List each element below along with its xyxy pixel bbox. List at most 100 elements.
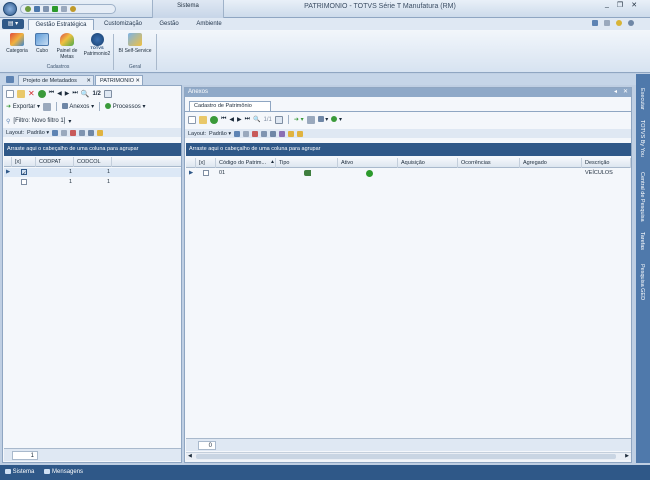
layout-delete-icon[interactable] [70, 129, 77, 136]
group-by-band[interactable]: Arraste aqui o cabeçalho de uma coluna p… [4, 143, 181, 156]
column-descricao[interactable]: Descrição [582, 158, 631, 168]
horizontal-scrollbar[interactable]: ◀ ▶ [186, 452, 631, 460]
tab-customizacao[interactable]: Customização [98, 19, 148, 30]
first-page-icon[interactable]: ⏮ [49, 90, 54, 97]
filter-toggle-icon[interactable] [97, 129, 104, 136]
next-page-icon[interactable]: ▶ [65, 90, 70, 97]
first-page-icon[interactable]: ⏮ [221, 116, 226, 123]
options-icon[interactable] [604, 20, 610, 26]
home-icon[interactable] [6, 76, 14, 83]
exportar-button[interactable]: ➜ Exportar ▾ [6, 103, 40, 110]
close-icon[interactable]: ✕ [623, 88, 628, 97]
status-mensagens[interactable]: Mensagens [44, 469, 83, 476]
layout-select[interactable]: Padrão ▾ [209, 131, 231, 137]
column-codpat[interactable]: CODPAT [36, 157, 74, 167]
app-menu-button[interactable]: ▤ ▾ [2, 19, 24, 29]
layout-save-icon[interactable] [234, 130, 241, 137]
column-chooser-icon[interactable] [79, 129, 86, 136]
prev-page-icon[interactable]: ◀ [57, 90, 62, 97]
last-page-icon[interactable]: ⏭ [72, 90, 77, 97]
sort-icon[interactable] [88, 129, 95, 136]
refresh-icon[interactable] [210, 115, 218, 124]
scroll-right-icon[interactable]: ▶ [625, 453, 629, 459]
last-page-icon[interactable]: ⏭ [245, 116, 250, 123]
row-checkbox[interactable] [21, 178, 27, 187]
anexos-button[interactable]: Anexos ▾ [62, 103, 94, 110]
row-checkbox[interactable]: ✓ [21, 168, 27, 177]
tab-ambiente[interactable]: Ambiente [188, 19, 230, 30]
layout-save-icon[interactable] [52, 129, 59, 136]
column-agregado[interactable]: Agregado [520, 158, 582, 168]
chevron-down-icon[interactable]: ▾ [68, 118, 71, 125]
grid-view-icon[interactable] [103, 89, 112, 98]
column-ativo[interactable]: Ativo [338, 158, 398, 168]
group-by-band[interactable]: Arraste aqui o cabeçalho de uma coluna p… [186, 143, 631, 156]
highlight-icon[interactable] [297, 130, 304, 137]
table-row[interactable]: ▶ 01 VEÍCULOS [186, 169, 631, 178]
table-row[interactable]: ▶ ✓ 1 1 [4, 168, 181, 177]
chart-icon[interactable] [279, 130, 286, 137]
patrimonio2-button[interactable]: TOTVS Patrimonio2 [82, 33, 112, 57]
layout-icon[interactable] [592, 20, 598, 26]
painel-de-metas-button[interactable]: Painel de Metas [54, 33, 80, 60]
refresh-icon[interactable] [25, 6, 31, 12]
quick-access-toolbar[interactable] [20, 4, 116, 14]
export-button[interactable]: ➜ ▾ [294, 116, 304, 123]
sidebar-item-central-de-pesquisa[interactable]: Central de Pesquisa [639, 172, 645, 222]
tab-cadastro-de-patrimonio[interactable]: Cadastro de Patrimônio [189, 101, 271, 111]
scrollbar-thumb[interactable] [196, 454, 616, 459]
app-orb-icon[interactable] [3, 2, 17, 16]
layout-copy-icon[interactable] [61, 129, 68, 136]
cubo-button[interactable]: Cubo [32, 33, 52, 54]
edit-icon[interactable] [199, 115, 207, 124]
tab-gestao-estrategica[interactable]: Gestão Estratégica [28, 19, 94, 30]
layout-delete-icon[interactable] [252, 130, 259, 137]
filter-row[interactable]: ⚲ [Filtro: Novo filtro 1] ▾ [3, 116, 71, 126]
layout-select[interactable]: Padrão ▾ [27, 130, 49, 136]
tab-projeto-de-metadados[interactable]: Projeto de Metadados ✕ [18, 75, 94, 85]
column-codcol[interactable]: CODCOL [74, 157, 112, 167]
status-sistema[interactable]: Sistema [5, 469, 34, 476]
table-row[interactable]: 1 1 [4, 178, 181, 187]
attach-button[interactable]: ▾ [317, 116, 328, 123]
filter-toggle-icon[interactable] [288, 130, 295, 137]
minimize-icon[interactable]: _ [605, 1, 609, 9]
restore-icon[interactable]: ❐ [617, 1, 623, 9]
column-tipo[interactable]: Tipo [276, 158, 338, 168]
print-icon[interactable] [43, 102, 52, 111]
help-icon[interactable] [70, 6, 76, 12]
sidebar-item-totvs-by-you[interactable]: TOTVS By You [639, 120, 645, 157]
tab-patrimonio[interactable]: PATRIMONIO ✕ [95, 75, 143, 85]
system-tab[interactable]: Sistema [152, 0, 224, 18]
grid-view-icon[interactable] [274, 115, 283, 124]
column-select-all[interactable]: [x] [196, 158, 216, 168]
info-icon[interactable] [628, 20, 634, 26]
save-icon[interactable] [34, 6, 40, 12]
sort-icon[interactable] [270, 130, 277, 137]
help-icon[interactable] [616, 20, 622, 26]
tab-gestao[interactable]: Gestão [152, 19, 186, 30]
edit-icon[interactable] [17, 89, 25, 98]
refresh-icon[interactable] [37, 89, 46, 98]
close-icon[interactable]: ✕ [631, 1, 637, 9]
window-icon[interactable] [43, 6, 49, 12]
print-icon[interactable] [306, 115, 315, 124]
categoria-button[interactable]: Categoria [4, 33, 30, 54]
grid-icon[interactable] [61, 6, 67, 12]
sidebar-item-pesquisa-ged[interactable]: Pesquisa GED [639, 264, 645, 300]
next-page-icon[interactable]: ▶ [237, 116, 242, 123]
prev-page-icon[interactable]: ◀ [229, 116, 234, 123]
sidebar-item-executar[interactable]: Executar [639, 88, 645, 110]
processos-button[interactable]: Processos ▾ [105, 103, 146, 110]
row-checkbox[interactable] [203, 169, 209, 178]
column-chooser-icon[interactable] [261, 130, 268, 137]
find-icon[interactable]: 🔍 [253, 116, 260, 123]
column-aquisicao[interactable]: Aquisição [398, 158, 458, 168]
delete-icon[interactable]: ✕ [28, 89, 35, 98]
column-ocorrencias[interactable]: Ocorrências [458, 158, 520, 168]
find-icon[interactable]: 🔍 [81, 90, 90, 98]
new-icon[interactable] [6, 89, 14, 98]
column-codigo-do-patrimonio[interactable]: Código do Patrim... [216, 158, 276, 168]
process-button[interactable]: ▾ [331, 116, 342, 123]
layout-copy-icon[interactable] [243, 130, 250, 137]
